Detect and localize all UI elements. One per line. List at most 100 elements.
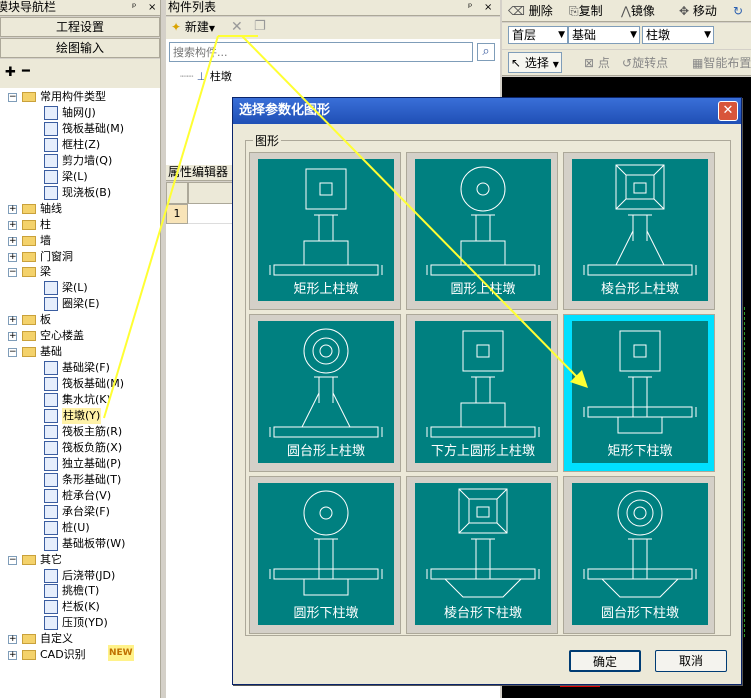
tree-folder[interactable]: + 轴线: [0, 201, 160, 217]
tree-item[interactable]: 筏板基础(M): [0, 376, 160, 392]
expand-all-icon[interactable]: ✚: [5, 65, 16, 80]
mirror-button[interactable]: ⋀镜像: [621, 1, 655, 21]
shape-option[interactable]: 圆台形上柱墩: [249, 314, 401, 472]
shape-option[interactable]: 棱台形下柱墩: [406, 476, 558, 634]
expand-icon[interactable]: +: [8, 651, 17, 661]
copy-icon[interactable]: ❐: [254, 19, 266, 34]
tree-folder[interactable]: + CAD识别 NEW: [0, 645, 160, 663]
tree-item[interactable]: 压顶(YD): [0, 615, 160, 631]
expand-icon[interactable]: +: [8, 220, 17, 230]
drawing-input-button[interactable]: 绘图输入: [0, 38, 160, 58]
delete-icon[interactable]: ✕: [231, 19, 243, 35]
cancel-button[interactable]: 取消: [655, 650, 727, 672]
close-icon[interactable]: ×: [148, 0, 156, 15]
tree-folder[interactable]: − 梁: [0, 264, 160, 280]
tree-folder[interactable]: + 空心楼盖: [0, 328, 160, 344]
shape-option[interactable]: 矩形上柱墩: [249, 152, 401, 310]
collapse-icon[interactable]: −: [8, 555, 17, 565]
tree-item[interactable]: 筏板主筋(R): [0, 424, 160, 440]
tree-folder[interactable]: + 墙: [0, 233, 160, 249]
shape-preview: 圆形下柱墩: [258, 483, 394, 625]
new-button[interactable]: ✦ 新建▼: [171, 17, 215, 37]
tree-item[interactable]: 筏板负筋(X): [0, 440, 160, 456]
component-type-icon: [44, 185, 58, 200]
shape-option-label: 下方上圆形上柱墩: [430, 444, 535, 459]
shape-option[interactable]: 圆形上柱墩: [406, 152, 558, 310]
pin-icon[interactable]: ᵖ: [468, 0, 472, 15]
search-icon[interactable]: ⌕: [477, 43, 495, 61]
collapse-icon[interactable]: −: [8, 268, 17, 278]
tree-item[interactable]: 圈梁(E): [0, 296, 160, 312]
tree-label: 桩(U): [62, 520, 90, 534]
tree-label: 集水坑(K): [62, 393, 111, 407]
component-list-item[interactable]: ┈┈ ⊥ 柱墩: [180, 68, 232, 84]
tree-item[interactable]: 承台梁(F): [0, 504, 160, 520]
category-select[interactable]: 基础 ▼: [568, 26, 640, 44]
tree-item[interactable]: 条形基础(T): [0, 472, 160, 488]
tree-item[interactable]: 挑檐(T): [0, 583, 160, 599]
tree-item[interactable]: 桩承台(V): [0, 488, 160, 504]
shape-option[interactable]: 圆形下柱墩: [249, 476, 401, 634]
tree-item[interactable]: 梁(L): [0, 280, 160, 296]
tree-label: 基础: [40, 345, 62, 359]
expand-icon[interactable]: +: [8, 332, 17, 342]
floor-select[interactable]: 首层 ▼: [508, 26, 568, 44]
collapse-icon[interactable]: −: [8, 348, 17, 358]
delete-button[interactable]: ⌫ 删除: [508, 1, 553, 21]
dialog-close-button[interactable]: ✕: [718, 101, 738, 121]
tree-folder[interactable]: − 基础: [0, 344, 160, 360]
folder-icon: [22, 203, 36, 214]
search-input[interactable]: [169, 42, 473, 62]
tree-label: 板: [40, 313, 51, 327]
collapse-all-icon[interactable]: ━: [22, 64, 30, 79]
shape-option[interactable]: 棱台形上柱墩: [563, 152, 715, 310]
tree-item[interactable]: 轴网(J): [0, 105, 160, 121]
tree-item[interactable]: 集水坑(K): [0, 392, 160, 408]
ok-button[interactable]: 确定: [569, 650, 641, 672]
new-icon: ✦: [171, 20, 182, 34]
shape-option[interactable]: 圆台形下柱墩: [563, 476, 715, 634]
tree-folder[interactable]: + 板: [0, 312, 160, 328]
pin-icon[interactable]: ᵖ: [132, 0, 136, 15]
rotate-button[interactable]: ↻: [733, 1, 743, 21]
tree-folder[interactable]: − 常用构件类型: [0, 89, 160, 105]
tree-item[interactable]: 基础梁(F): [0, 360, 160, 376]
expand-icon[interactable]: +: [8, 316, 17, 326]
expand-icon[interactable]: +: [8, 204, 17, 214]
select-button[interactable]: ↖ 选择 ▼: [508, 52, 562, 73]
tree-label: 自定义: [40, 632, 73, 646]
smart-layout-button[interactable]: ▦智能布置: [692, 53, 751, 73]
tree-label: 现浇板(B): [62, 185, 112, 199]
type-select[interactable]: 柱墩 ▼: [642, 26, 714, 44]
rotate-point-button[interactable]: ↺旋转点: [622, 53, 668, 73]
tree-folder[interactable]: − 其它: [0, 552, 160, 568]
tree-item[interactable]: 剪力墙(Q): [0, 153, 160, 169]
tree-folder[interactable]: + 柱: [0, 217, 160, 233]
copy-button[interactable]: ⎘复制: [569, 1, 603, 21]
tree-item[interactable]: 柱墩(Y): [0, 408, 160, 424]
point-button[interactable]: ⊠ 点: [584, 53, 610, 73]
tree-item[interactable]: 现浇板(B): [0, 185, 160, 201]
close-icon[interactable]: ×: [484, 0, 492, 15]
expand-icon[interactable]: +: [8, 252, 17, 262]
tree-item[interactable]: 独立基础(P): [0, 456, 160, 472]
collapse-icon[interactable]: −: [8, 93, 17, 102]
shape-option[interactable]: 下方上圆形上柱墩: [406, 314, 558, 472]
tree-item[interactable]: 基础板带(W): [0, 536, 160, 552]
shape-option[interactable]: 矩形下柱墩: [563, 314, 715, 472]
tree-item[interactable]: 后浇带(JD): [0, 568, 160, 584]
move-button[interactable]: ✥ 移动: [679, 1, 717, 21]
tree-item[interactable]: 筏板基础(M): [0, 121, 160, 137]
tree-folder[interactable]: + 自定义: [0, 631, 160, 647]
tree-folder[interactable]: + 门窗洞: [0, 249, 160, 265]
nav-panel-title: 模块导航栏 ᵖ ×: [0, 0, 162, 16]
tree-item[interactable]: 桩(U): [0, 520, 160, 536]
tree-item[interactable]: 梁(L): [0, 169, 160, 185]
tree-item[interactable]: 框柱(Z): [0, 137, 160, 153]
folder-icon: [22, 267, 36, 278]
smart-layout-label: 智能布置: [703, 56, 751, 70]
tree-item[interactable]: 栏板(K): [0, 599, 160, 615]
project-settings-button[interactable]: 工程设置: [0, 17, 160, 37]
expand-icon[interactable]: +: [8, 635, 17, 645]
expand-icon[interactable]: +: [8, 236, 17, 246]
